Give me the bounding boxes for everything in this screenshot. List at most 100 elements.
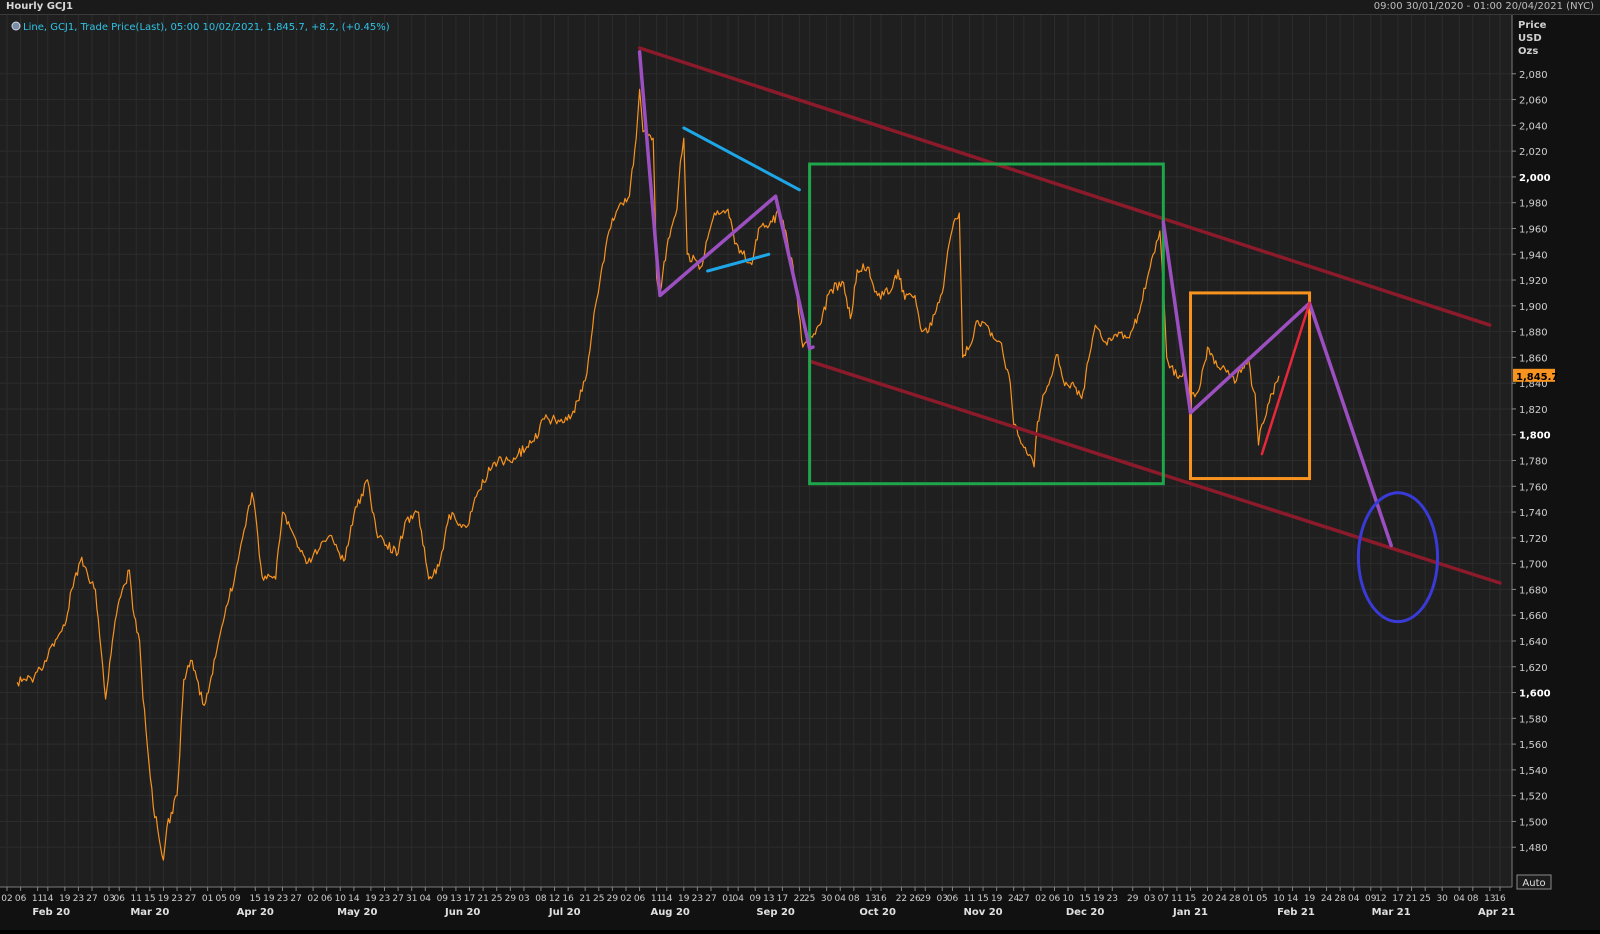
x-tick-label: 03: [1144, 894, 1155, 904]
x-tick-label: 11: [964, 894, 975, 904]
x-tick-label: 14: [42, 894, 54, 904]
x-tick-label: 07: [1158, 894, 1169, 904]
x-tick-label: 10: [1273, 894, 1285, 904]
y-axis-label-price: Price: [1518, 20, 1547, 31]
y-tick-label: 1,660: [1519, 611, 1548, 622]
x-tick-label: 19: [991, 894, 1003, 904]
x-tick-label: 02: [620, 894, 631, 904]
x-tick-label: 29: [505, 894, 517, 904]
y-tick-label: 2,080: [1519, 70, 1548, 81]
x-tick-label: 24: [1321, 894, 1333, 904]
x-tick-label: 10: [1062, 894, 1074, 904]
x-tick-label: 05: [1256, 894, 1267, 904]
y-tick-label: 1,520: [1519, 792, 1548, 803]
auto-button-label[interactable]: Auto: [1522, 878, 1545, 889]
y-axis-label-ozs: Ozs: [1518, 46, 1538, 57]
legend-text: Line, GCJ1, Trade Price(Last), 05:00 10/…: [23, 22, 390, 33]
x-month-label: Jun 20: [444, 907, 480, 918]
x-tick-label: 09: [437, 894, 449, 904]
x-tick-label: 25: [1419, 894, 1430, 904]
chart-title: Hourly GCJ1: [6, 1, 73, 12]
y-tick-label: 1,760: [1519, 482, 1548, 493]
price-chart[interactable]: Line, GCJ1, Trade Price(Last), 05:00 10/…: [0, 15, 1600, 930]
x-tick-label: 05: [216, 894, 227, 904]
x-tick-label: 30: [1436, 894, 1448, 904]
y-tick-label: 1,820: [1519, 405, 1548, 416]
x-tick-label: 11: [131, 894, 142, 904]
y-tick-label: 1,980: [1519, 199, 1548, 210]
x-tick-label: 19: [365, 894, 377, 904]
y-tick-label: 1,580: [1519, 714, 1548, 725]
y-tick-label: 2,020: [1519, 147, 1548, 158]
y-tick-label: 1,700: [1519, 560, 1548, 571]
x-tick-label: 21: [477, 894, 488, 904]
date-range: 09:00 30/01/2020 - 01:00 20/04/2021 (NYC…: [1373, 1, 1594, 12]
x-tick-label: 15: [977, 894, 988, 904]
x-month-label: May 20: [337, 907, 377, 918]
y-tick-label: 1,740: [1519, 508, 1548, 519]
y-tick-label: 1,560: [1519, 740, 1548, 751]
x-tick-label: 04: [1348, 894, 1360, 904]
x-tick-label: 19: [1304, 894, 1316, 904]
x-tick-label: 01: [1243, 894, 1254, 904]
x-tick-label: 25: [491, 894, 502, 904]
x-tick-label: 22: [896, 894, 907, 904]
x-tick-label: 25: [804, 894, 815, 904]
x-tick-label: 04: [1453, 894, 1465, 904]
y-tick-label: 1,500: [1519, 817, 1548, 828]
x-tick-label: 09: [229, 894, 241, 904]
x-tick-label: 28: [1334, 894, 1346, 904]
x-tick-label: 04: [420, 894, 432, 904]
x-tick-label: 29: [920, 894, 932, 904]
y-tick-label: 1,900: [1519, 302, 1548, 313]
x-tick-label: 24: [1215, 894, 1227, 904]
x-tick-label: 29: [1127, 894, 1139, 904]
x-tick-label: 06: [114, 894, 126, 904]
y-tick-label: 1,480: [1519, 843, 1548, 854]
x-month-label: Feb 21: [1277, 907, 1315, 918]
x-tick-label: 13: [450, 894, 461, 904]
y-tick-label: 1,780: [1519, 457, 1548, 468]
x-tick-label: 21: [579, 894, 590, 904]
x-tick-label: 14: [1287, 894, 1299, 904]
x-tick-label: 19: [263, 894, 275, 904]
x-tick-label: 27: [185, 894, 196, 904]
x-month-label: Oct 20: [859, 907, 896, 918]
x-tick-label: 04: [732, 894, 744, 904]
x-month-label: Mar 20: [130, 907, 169, 918]
x-tick-label: 02: [1035, 894, 1046, 904]
x-tick-label: 27: [705, 894, 716, 904]
legend-globe-icon: [11, 21, 21, 31]
x-tick-label: 12: [1375, 894, 1386, 904]
y-tick-label: 2,040: [1519, 121, 1548, 132]
x-tick-label: 21: [1406, 894, 1417, 904]
y-tick-label: 1,880: [1519, 328, 1548, 339]
x-tick-label: 16: [875, 894, 887, 904]
y-tick-label: 1,720: [1519, 534, 1548, 545]
chart-panel[interactable]: Line, GCJ1, Trade Price(Last), 05:00 10/…: [0, 15, 1600, 930]
x-tick-label: 19: [678, 894, 690, 904]
x-tick-label: 19: [158, 894, 170, 904]
auto-button[interactable]: Auto: [1516, 874, 1552, 890]
x-month-label: Dec 20: [1066, 907, 1104, 918]
x-tick-label: 17: [1392, 894, 1403, 904]
x-tick-label: 23: [379, 894, 390, 904]
x-month-label: Apr 20: [237, 907, 274, 918]
x-tick-label: 17: [777, 894, 788, 904]
y-tick-label: 1,960: [1519, 224, 1548, 235]
x-tick-label: 16: [1494, 894, 1506, 904]
y-axis-label-usd: USD: [1518, 33, 1542, 44]
x-tick-label: 27: [392, 894, 403, 904]
y-tick-label: 1,540: [1519, 766, 1548, 777]
y-tick-label: 2,000: [1519, 173, 1551, 184]
last-price-label: 1,845.7: [1516, 372, 1558, 383]
x-tick-label: 10: [335, 894, 347, 904]
x-tick-label: 23: [73, 894, 84, 904]
x-tick-label: 08: [1467, 894, 1479, 904]
x-tick-label: 23: [692, 894, 703, 904]
x-tick-label: 20: [1202, 894, 1214, 904]
x-month-label: Sep 20: [756, 907, 795, 918]
x-tick-label: 29: [607, 894, 619, 904]
x-tick-label: 06: [947, 894, 959, 904]
x-tick-label: 15: [1185, 894, 1196, 904]
